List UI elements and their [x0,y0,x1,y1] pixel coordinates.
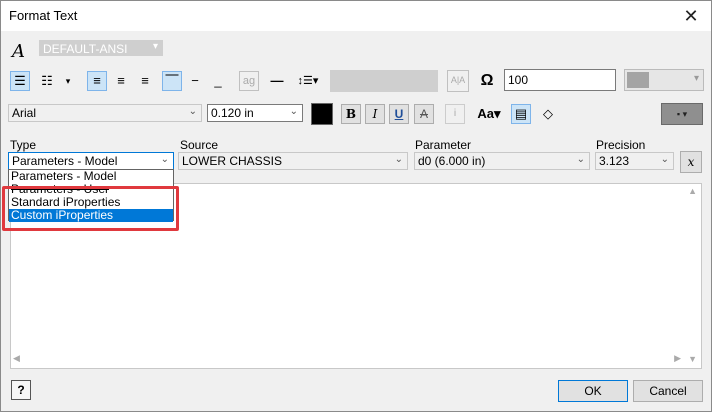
close-icon[interactable]: ✕ [679,4,703,28]
chevron-down-icon: ▾ [152,41,158,52]
font-size-select[interactable]: 0.120 in ⌄ [207,104,303,122]
rotation-swatch [627,72,649,88]
symbol-button[interactable]: ⅰ [445,104,465,124]
scroll-down-icon[interactable]: ▼ [688,354,697,364]
format-text-dialog: Format Text ✕ A DEFAULT-ANSI ▾ ☰ ☷ ▾ ≡ ≡… [0,0,712,412]
chevron-down-icon: ⌄ [394,154,403,165]
chevron-down-icon: ⌄ [660,154,669,165]
chevron-down-icon: ⌄ [576,154,585,165]
ok-button[interactable]: OK [558,380,628,402]
valign-bottom-button[interactable]: _ [208,71,228,91]
type-select[interactable]: Parameters - Model ⌄ [8,152,174,170]
bullet-list-button[interactable]: ☰ [10,71,30,91]
symbol-picker-button[interactable]: ▪ ▾ [661,103,703,125]
italic-button[interactable]: I [365,104,385,124]
spacing-input[interactable]: 100 [504,69,616,91]
underline-button[interactable]: U [389,104,409,124]
chevron-down-icon: ▾ [693,73,699,84]
rotation-select[interactable]: ▾ [624,69,704,91]
text-style-select[interactable]: DEFAULT-ANSI ▾ [39,40,163,56]
scroll-left-icon[interactable]: ◀ [13,353,20,364]
bold-button[interactable]: B [341,104,361,124]
title-bar: Format Text ✕ [1,1,711,31]
source-label: Source [180,138,219,152]
valign-middle-button[interactable]: − [185,71,205,91]
font-family-select[interactable]: Arial ⌄ [8,104,202,122]
source-select[interactable]: LOWER CHASSIS ⌄ [178,152,408,170]
line-button[interactable]: — [267,71,287,91]
stack-button[interactable]: ag [239,71,259,91]
strikethrough-button[interactable]: A [414,104,434,124]
line-spacing-button[interactable]: ↕☰▾ [293,71,323,91]
text-frame-button[interactable]: ▤ [511,104,531,124]
precision-label: Precision [596,138,646,152]
case-button[interactable]: Aa▾ [474,104,504,124]
align-left-button[interactable]: ≡ [87,71,107,91]
width-scale-icon: A|A [447,70,469,92]
insert-parameter-button[interactable]: x [680,151,702,173]
font-color-swatch[interactable] [311,103,333,125]
fill-button[interactable]: ◇ [538,104,558,124]
parameter-select[interactable]: d0 (6.000 in) ⌄ [414,152,590,170]
cancel-button[interactable]: Cancel [633,380,703,402]
list-options-button[interactable]: ▾ [61,71,75,91]
help-button[interactable]: ? [11,380,31,400]
valign-top-button[interactable]: ⎺ [162,71,182,91]
chevron-down-icon: ⌄ [289,106,298,117]
text-style-icon: A [12,41,25,62]
chevron-down-icon: ⌄ [188,106,197,117]
parameter-label: Parameter [415,138,472,152]
align-center-button[interactable]: ≡ [111,71,131,91]
dialog-title: Format Text [9,8,78,23]
align-right-button[interactable]: ≡ [135,71,155,91]
chevron-down-icon: ⌄ [160,154,169,165]
scroll-up-icon[interactable]: ▲ [688,186,697,196]
spacing-icon: Ω [480,72,494,89]
numbered-list-button[interactable]: ☷ [37,71,57,91]
scroll-right-icon[interactable]: ▶ [674,353,681,364]
highlight-box [2,186,179,231]
precision-select[interactable]: 3.123 ⌄ [595,152,674,170]
type-label: Type [10,138,37,152]
line-spacing-value[interactable] [330,70,438,92]
